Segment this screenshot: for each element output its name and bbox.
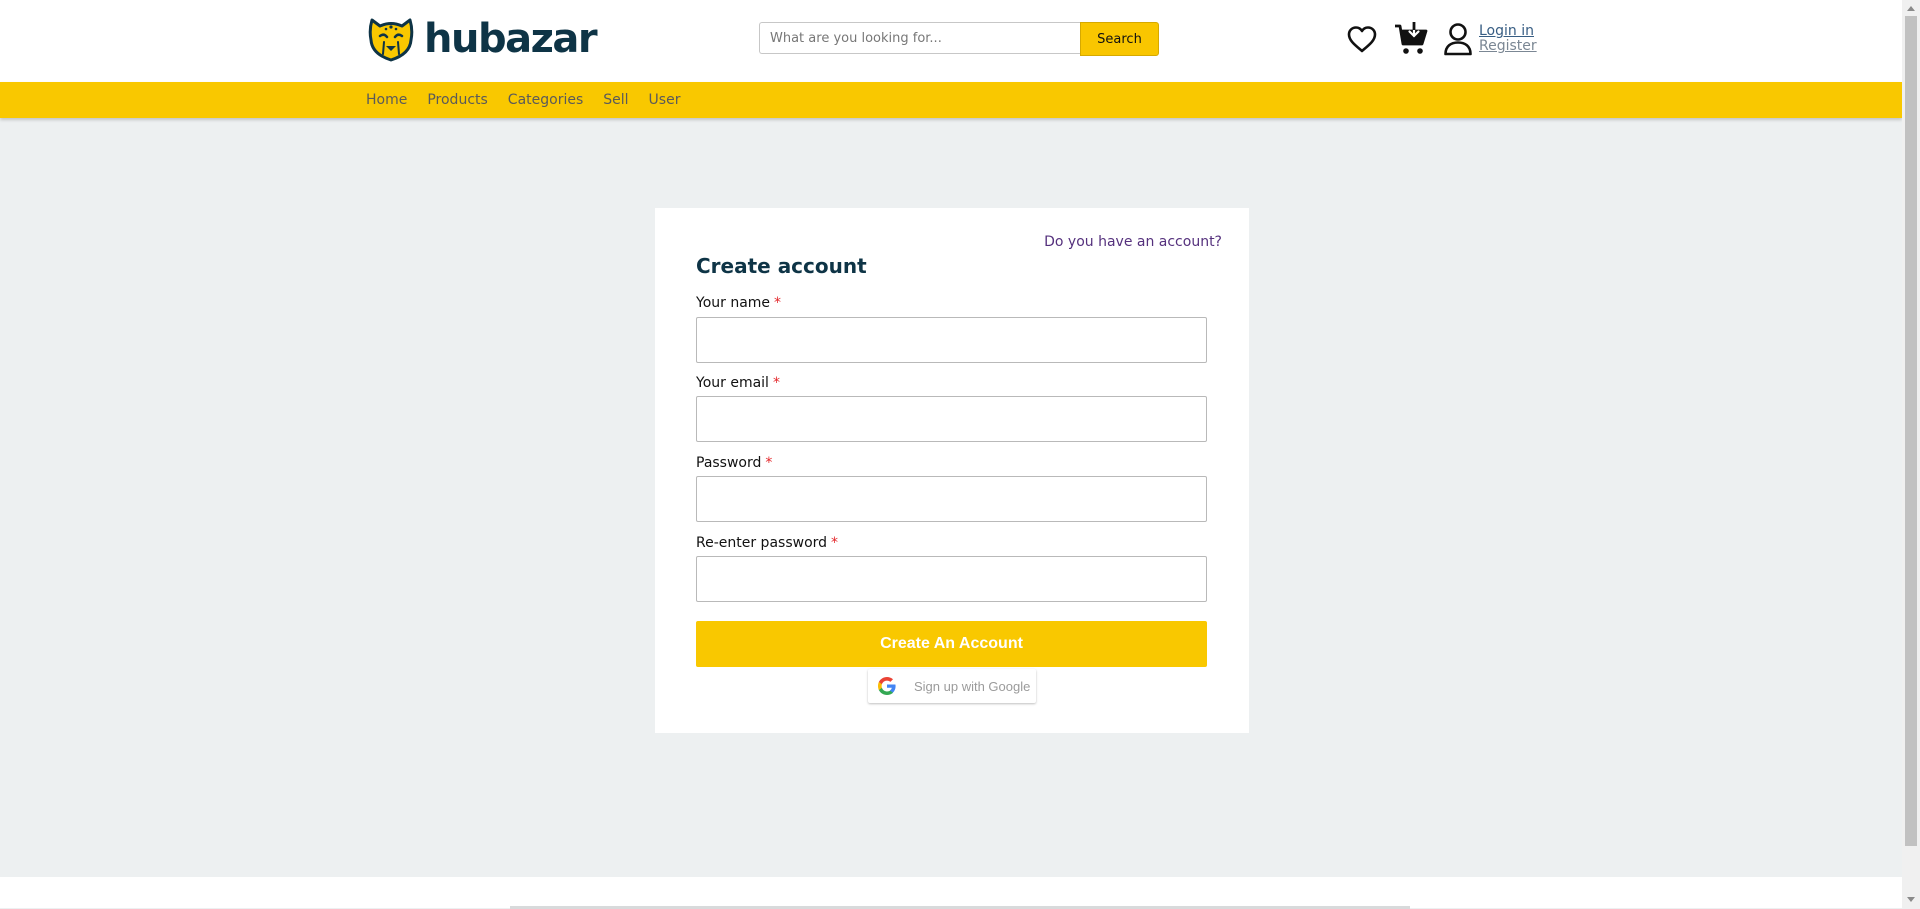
- nav-item-categories[interactable]: Categories: [508, 92, 583, 108]
- auth-links: Login in Register: [1479, 24, 1537, 54]
- scroll-up-arrow-icon[interactable]: [1902, 0, 1920, 16]
- nav-item-products[interactable]: Products: [427, 92, 487, 108]
- google-signup-button[interactable]: Sign up with Google: [868, 669, 1036, 703]
- footer: [0, 877, 1902, 909]
- reenter-password-label-text: Re-enter password: [696, 535, 828, 551]
- required-mark: *: [772, 375, 780, 391]
- email-field[interactable]: [696, 396, 1207, 442]
- create-account-card: Do you have an account? Create account Y…: [655, 208, 1249, 733]
- name-label-text: Your name: [696, 295, 771, 311]
- google-icon: [878, 677, 896, 695]
- name-label: Your name *: [696, 295, 781, 311]
- header: hubazar Search Login in Register: [0, 0, 1902, 82]
- search-button[interactable]: Search: [1080, 22, 1159, 56]
- user-icon[interactable]: [1443, 22, 1473, 56]
- password-label-text: Password: [696, 455, 762, 471]
- create-account-button[interactable]: Create An Account: [696, 621, 1207, 667]
- required-mark: *: [831, 535, 839, 551]
- search-input[interactable]: [759, 22, 1080, 54]
- nav-item-sell[interactable]: Sell: [603, 92, 628, 108]
- nav-item-user[interactable]: User: [649, 92, 681, 108]
- search-bar: Search: [759, 22, 1159, 56]
- nav-item-home[interactable]: Home: [366, 92, 407, 108]
- password-label: Password *: [696, 455, 772, 471]
- reenter-password-label: Re-enter password *: [696, 535, 838, 551]
- cart-icon[interactable]: [1394, 22, 1428, 56]
- page-title: Create account: [696, 254, 867, 278]
- cheetah-icon: [368, 18, 414, 62]
- main-nav: Home Products Categories Sell User: [366, 82, 680, 118]
- page-scrollbar[interactable]: [1902, 0, 1920, 908]
- register-link[interactable]: Register: [1479, 39, 1537, 54]
- google-signup-label: Sign up with Google: [914, 678, 1031, 694]
- scroll-thumb[interactable]: [1905, 16, 1917, 846]
- email-label-text: Your email: [696, 375, 769, 391]
- name-field[interactable]: [696, 317, 1207, 363]
- scroll-down-arrow-icon[interactable]: [1902, 892, 1920, 908]
- brand-logo[interactable]: hubazar: [366, 14, 598, 64]
- have-account-link[interactable]: Do you have an account?: [1044, 234, 1222, 250]
- email-label: Your email *: [696, 375, 780, 391]
- required-mark: *: [765, 455, 773, 471]
- reenter-password-field[interactable]: [696, 556, 1207, 602]
- brand-name: hubazar: [424, 16, 598, 62]
- main-nav-bar: Home Products Categories Sell User: [0, 82, 1902, 118]
- required-mark: *: [774, 295, 782, 311]
- login-link[interactable]: Login in: [1479, 24, 1537, 39]
- heart-icon[interactable]: [1346, 24, 1378, 54]
- password-field[interactable]: [696, 476, 1207, 522]
